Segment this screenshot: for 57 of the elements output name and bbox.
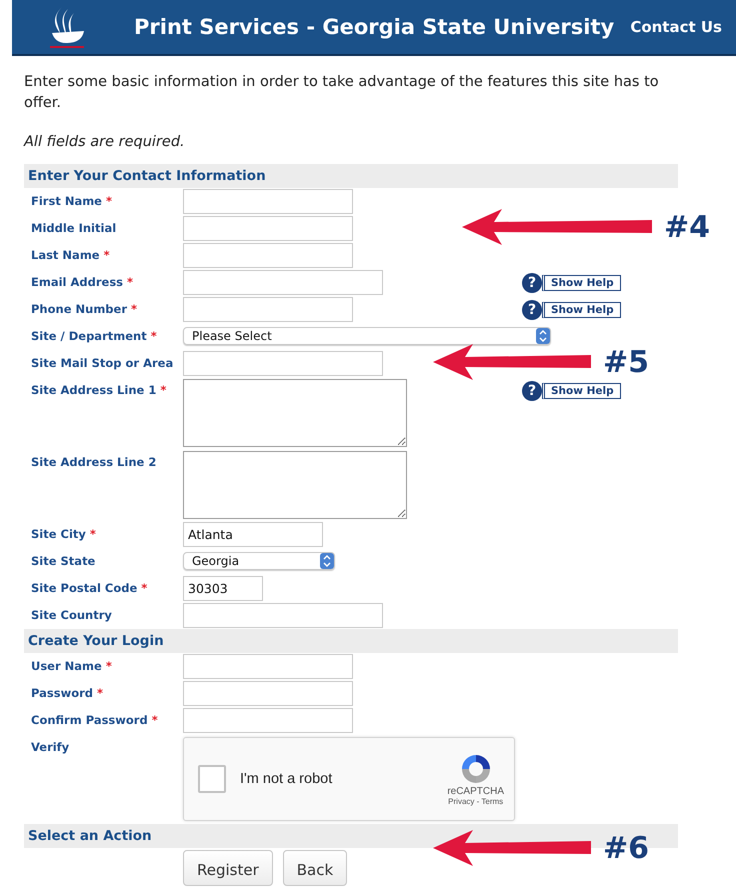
- field-label: Site / Department *: [30, 328, 158, 343]
- field-label: Verify: [30, 739, 70, 754]
- text-area[interactable]: [183, 451, 407, 519]
- text-field[interactable]: [183, 351, 383, 376]
- text-field[interactable]: [183, 189, 353, 214]
- field-label: Middle Initial: [30, 220, 118, 235]
- field-label: First Name *: [30, 193, 113, 208]
- text-field[interactable]: Atlanta: [183, 522, 323, 547]
- intro-text: Enter some basic information in order to take advantage of the features this site has to offer.: [24, 73, 660, 113]
- text-area[interactable]: [183, 379, 407, 447]
- text-field[interactable]: [183, 216, 353, 241]
- select-field[interactable]: Georgia: [183, 552, 335, 570]
- arrow-icon: [433, 828, 591, 868]
- captcha-checkbox[interactable]: [198, 765, 226, 793]
- callout-number: #6: [603, 830, 650, 866]
- field-label: Site Mail Stop or Area: [30, 355, 174, 370]
- field-label: Site Postal Code *: [30, 580, 148, 595]
- field-label: User Name *: [30, 658, 113, 673]
- field-label: Site State: [30, 553, 96, 568]
- section-title: Create Your Login: [28, 633, 164, 649]
- required-note: All fields are required.: [24, 134, 186, 150]
- select-field[interactable]: Please Select: [183, 327, 551, 345]
- page-title: Print Services - Georgia State University: [134, 15, 614, 39]
- text-field[interactable]: [183, 654, 353, 679]
- text-field[interactable]: [183, 708, 353, 733]
- field-label: Last Name *: [30, 247, 111, 262]
- field-label: Password *: [30, 685, 104, 700]
- callout-number: #5: [603, 344, 650, 380]
- action-button[interactable]: Back: [282, 850, 348, 886]
- help-icon: ?: [522, 381, 542, 401]
- section-title: Select an Action: [28, 828, 152, 844]
- text-field[interactable]: 30303: [183, 576, 263, 601]
- captcha-label: I'm not a robot: [240, 771, 332, 787]
- dropdown-icon: [320, 553, 334, 569]
- contact-link[interactable]: Contact Us: [630, 18, 722, 36]
- section-title: Enter Your Contact Information: [28, 168, 266, 184]
- field-label: Confirm Password *: [30, 712, 159, 727]
- field-label: Site Address Line 1 *: [30, 382, 168, 397]
- field-label: Email Address *: [30, 274, 134, 289]
- dropdown-icon: [536, 328, 550, 344]
- action-button[interactable]: Register: [183, 850, 273, 886]
- text-field[interactable]: [183, 270, 383, 295]
- field-label: Site Country: [30, 607, 113, 622]
- text-field[interactable]: [183, 603, 383, 628]
- help-icon: ?: [522, 273, 542, 293]
- text-field[interactable]: [183, 243, 353, 268]
- arrow-icon: [462, 207, 652, 247]
- field-label: Site City *: [30, 526, 97, 541]
- text-field[interactable]: [183, 681, 353, 706]
- captcha-links[interactable]: Privacy - Terms: [448, 797, 504, 806]
- callout-number: #4: [664, 210, 710, 244]
- field-label: Site Address Line 2: [30, 454, 158, 469]
- field-label: Phone Number *: [30, 301, 138, 316]
- help-icon: ?: [522, 300, 542, 320]
- text-field[interactable]: [183, 297, 353, 322]
- captcha-brand: reCAPTCHA: [447, 786, 504, 797]
- arrow-icon: [433, 342, 591, 382]
